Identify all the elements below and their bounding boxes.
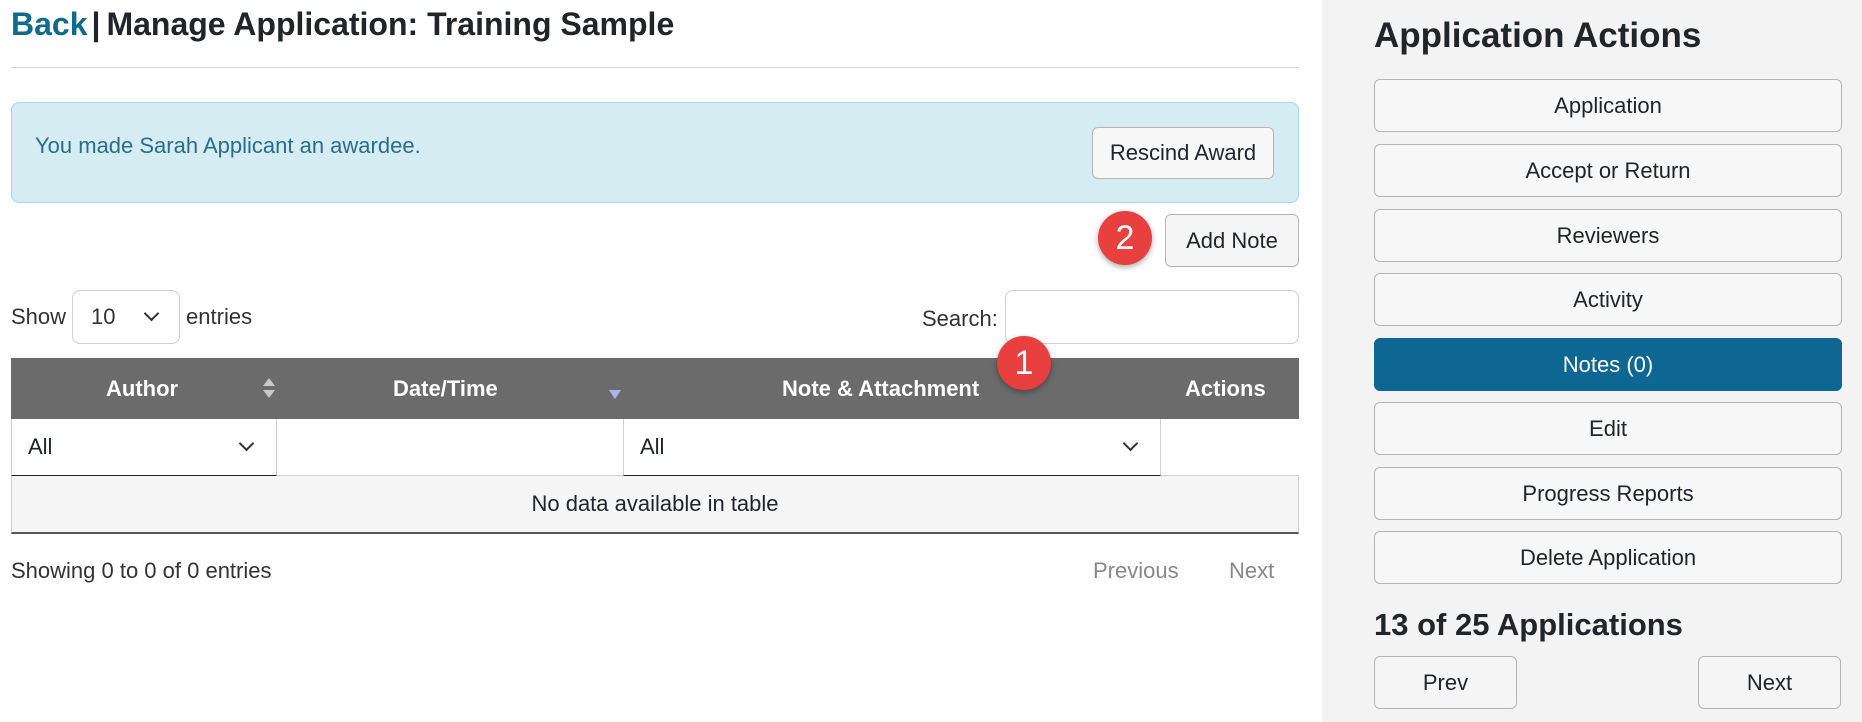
table-header: Author Date/Time Note & Attachment Actio… [11, 358, 1299, 419]
page-header: Back | Manage Application: Training Samp… [11, 6, 674, 46]
show-label: Show [11, 304, 67, 329]
application-count: 13 of 25 Applications [1374, 607, 1683, 642]
date-filter-input[interactable] [277, 419, 623, 476]
entries-select[interactable]: 10 [72, 290, 181, 344]
empty-table-message: No data available in table [531, 491, 779, 516]
back-link[interactable]: Back [11, 6, 88, 43]
sidebar-title: Application Actions [1374, 16, 1702, 55]
pagination-next[interactable]: Next [1229, 558, 1274, 584]
header-divider [11, 67, 1299, 68]
entries-length-control: Show 10 entries [11, 290, 252, 344]
search-label: Search: [922, 306, 998, 331]
column-header-actions: Actions [1185, 376, 1266, 401]
entries-select-value: 10 [91, 304, 116, 329]
action-button-application[interactable]: Application [1374, 79, 1842, 132]
sort-both-icon [263, 378, 275, 400]
action-button-accept-or-return[interactable]: Accept or Return [1374, 144, 1842, 197]
page-title: Manage Application: Training Sample [106, 6, 675, 42]
prev-application-button[interactable]: Prev [1374, 656, 1517, 709]
column-header-author[interactable]: Author [106, 376, 178, 402]
table-filter-row: All All [11, 419, 1299, 476]
column-header-note-attachment[interactable]: Note & Attachment [782, 376, 979, 402]
author-filter-select[interactable]: All [11, 419, 277, 476]
annotation-marker-1: 1 [997, 336, 1051, 390]
rescind-award-button[interactable]: Rescind Award [1092, 127, 1274, 179]
action-button-activity[interactable]: Activity [1374, 273, 1842, 326]
main-content: Back | Manage Application: Training Samp… [11, 0, 1299, 722]
empty-table-row: No data available in table [11, 476, 1299, 534]
chevron-down-icon [1122, 435, 1139, 452]
annotation-marker-2: 2 [1098, 211, 1152, 265]
chevron-down-icon [143, 305, 160, 322]
action-button-progress-reports[interactable]: Progress Reports [1374, 467, 1842, 520]
application-actions-sidebar: Application Actions Application Accept or… [1322, 0, 1862, 722]
next-application-button[interactable]: Next [1698, 656, 1841, 709]
pagination-previous[interactable]: Previous [1093, 558, 1179, 584]
note-filter-value: All [640, 434, 665, 459]
author-filter-value: All [28, 434, 53, 459]
alert-message: You made Sarah Applicant an awardee. [35, 133, 421, 158]
table-info: Showing 0 to 0 of 0 entries [11, 558, 272, 583]
entries-label: entries [186, 304, 253, 329]
action-button-edit[interactable]: Edit [1374, 402, 1842, 455]
action-button-reviewers[interactable]: Reviewers [1374, 209, 1842, 262]
title-separator: | [91, 6, 101, 42]
chevron-down-icon [238, 435, 255, 452]
sort-descending-icon [609, 390, 621, 399]
award-alert: You made Sarah Applicant an awardee. Res… [11, 102, 1299, 203]
note-filter-select[interactable]: All [623, 419, 1161, 476]
action-button-notes-0[interactable]: Notes (0) [1374, 338, 1842, 391]
action-button-delete-application[interactable]: Delete Application [1374, 531, 1842, 584]
column-header-date-time[interactable]: Date/Time [393, 376, 498, 402]
search-input[interactable] [1005, 290, 1299, 344]
add-note-button[interactable]: Add Note [1165, 214, 1299, 267]
